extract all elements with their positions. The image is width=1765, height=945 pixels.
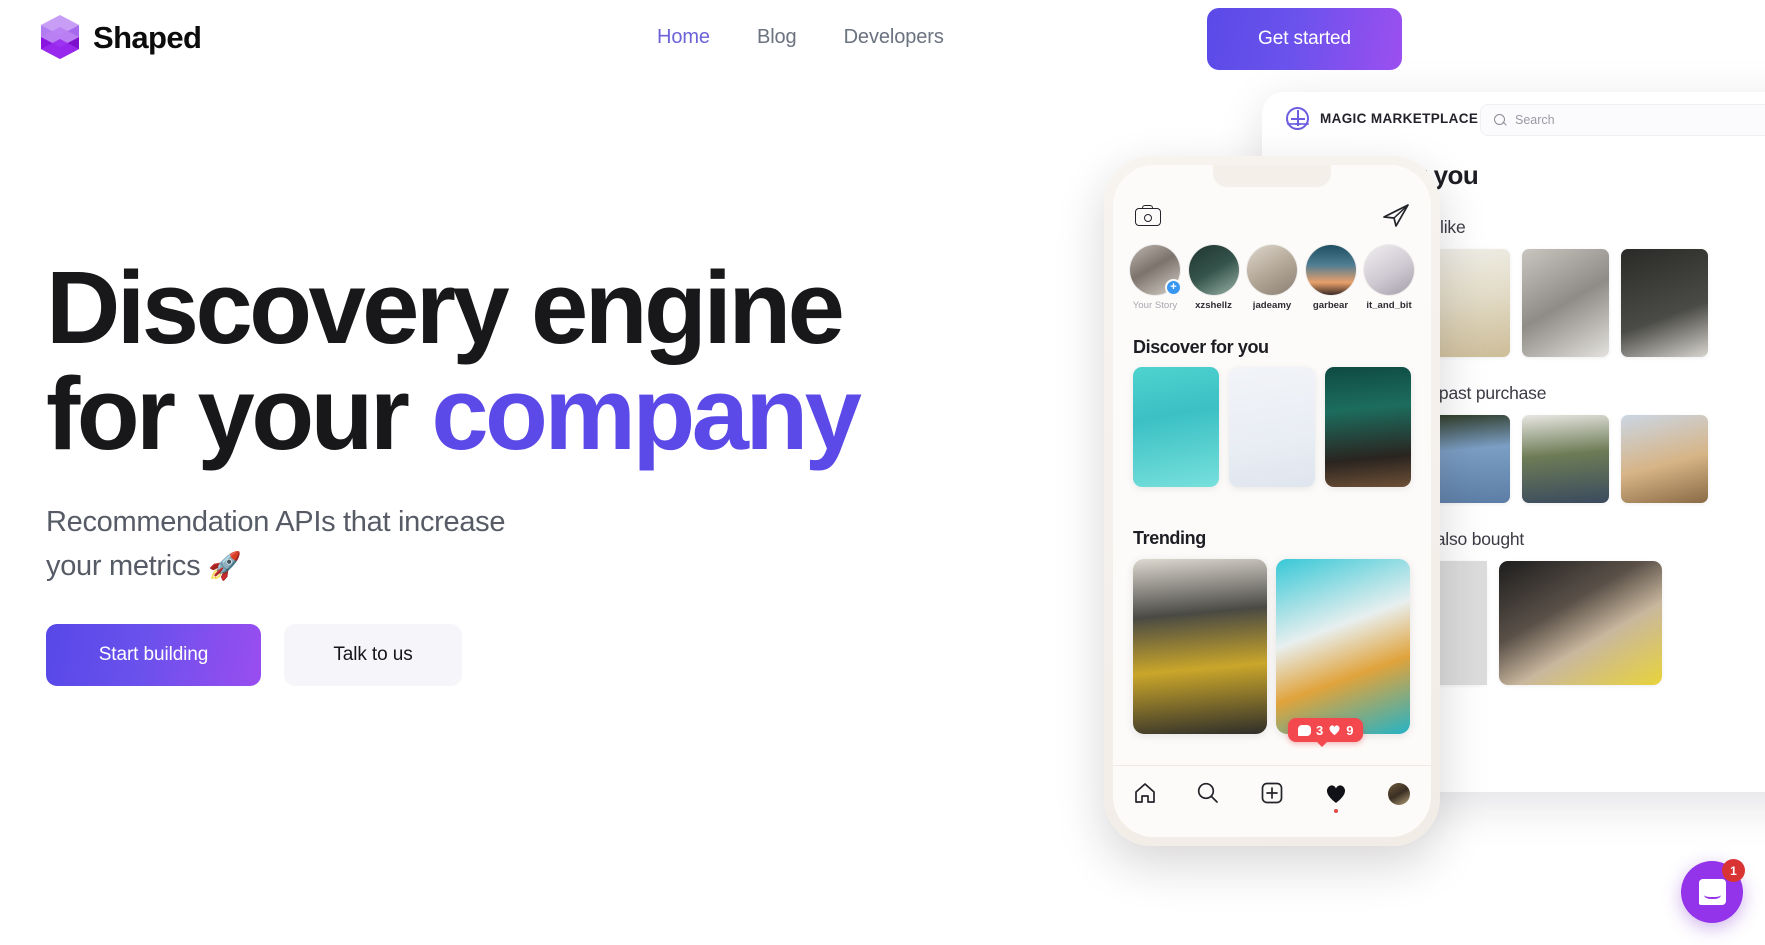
product-card[interactable]: [1499, 561, 1662, 685]
home-icon[interactable]: [1132, 780, 1158, 806]
avatar: +: [1130, 245, 1182, 296]
avatar: [1188, 245, 1239, 295]
chat-widget-button[interactable]: 1: [1681, 859, 1745, 923]
story-item[interactable]: garbear: [1305, 245, 1357, 311]
avatar: [1364, 245, 1414, 295]
chat-bubble-icon: [1698, 879, 1726, 905]
headline-accent-word: company: [431, 356, 862, 472]
phone-screen: + Your Story xzshellz jadeamy garbear it…: [1113, 165, 1431, 837]
comment-icon: [1298, 724, 1311, 736]
search-icon: [1494, 114, 1506, 126]
product-card[interactable]: [1621, 415, 1708, 503]
get-started-button[interactable]: Get started: [1207, 8, 1402, 70]
nav-link-blog[interactable]: Blog: [755, 22, 799, 53]
app-bottom-nav: [1113, 765, 1431, 837]
search-placeholder: Search: [1515, 113, 1555, 127]
heart-icon[interactable]: [1323, 780, 1349, 813]
nav-link-home[interactable]: Home: [655, 22, 712, 53]
add-story-icon[interactable]: +: [1165, 279, 1182, 296]
story-name: Your Story: [1132, 300, 1178, 311]
subhead-line-2: your metrics: [46, 549, 209, 582]
peace-sign-icon: [1286, 106, 1309, 130]
add-post-icon[interactable]: [1259, 780, 1285, 806]
trending-row: [1133, 559, 1410, 734]
story-name: jadeamy: [1252, 300, 1292, 311]
hero-subheadline: Recommendation APIs that increase your m…: [46, 501, 646, 588]
avatar: [1305, 245, 1356, 295]
subhead-line-1: Recommendation APIs that increase: [46, 506, 506, 539]
camera-icon[interactable]: [1135, 204, 1161, 226]
story-name: xzshellz: [1195, 300, 1232, 311]
marketplace-title: MAGIC MARKETPLACE: [1320, 110, 1479, 126]
avatar: [1388, 783, 1411, 805]
discover-card[interactable]: [1325, 367, 1411, 487]
engagement-badge: 3 9: [1288, 718, 1364, 747]
discover-for-you-title: Discover for you: [1133, 337, 1269, 357]
search-icon[interactable]: [1195, 780, 1221, 806]
page-title: Discovery engine for your company: [46, 254, 946, 467]
story-item[interactable]: jadeamy: [1246, 245, 1298, 311]
landing-page: Shaped Home Blog Developers Get started …: [0, 0, 1765, 945]
story-item[interactable]: it_and_bit: [1363, 245, 1415, 311]
notification-dot: [1333, 809, 1338, 813]
hero-section: Discovery engine for your company Recomm…: [46, 254, 946, 687]
discover-card[interactable]: [1229, 367, 1315, 487]
story-name: it_and_bit: [1366, 300, 1412, 311]
trending-card[interactable]: [1133, 559, 1267, 734]
phone-notch: [1213, 165, 1331, 187]
trending-card[interactable]: [1276, 559, 1410, 734]
paper-plane-icon[interactable]: [1383, 203, 1409, 227]
discover-card[interactable]: [1133, 367, 1219, 487]
story-item[interactable]: + Your Story: [1129, 245, 1182, 311]
start-building-button[interactable]: Start building: [46, 624, 261, 687]
rocket-emoji-icon: 🚀: [208, 550, 242, 581]
nav-links: Home Blog Developers: [655, 22, 946, 53]
app-top-bar: [1113, 203, 1431, 227]
search-input[interactable]: Search: [1480, 104, 1765, 136]
product-card[interactable]: [1522, 415, 1609, 503]
top-navigation-bar: Shaped Home Blog Developers Get started: [0, 0, 1765, 80]
avatar: [1247, 245, 1297, 295]
heart-icon: [1328, 724, 1341, 736]
story-item[interactable]: xzshellz: [1188, 245, 1240, 311]
like-count: 9: [1346, 722, 1354, 738]
product-card[interactable]: [1621, 249, 1708, 357]
brand-name: Shaped: [93, 19, 202, 55]
headline-line-2-plain: for your: [46, 356, 432, 472]
stories-row: + Your Story xzshellz jadeamy garbear it…: [1113, 245, 1431, 311]
profile-avatar-icon[interactable]: [1386, 780, 1412, 806]
brand-logo[interactable]: Shaped: [38, 14, 202, 60]
stacked-cube-logo-icon: [38, 14, 82, 60]
trending-title: Trending: [1133, 528, 1206, 548]
hero-cta-row: Start building Talk to us: [46, 624, 946, 687]
chat-unread-badge: 1: [1722, 859, 1745, 882]
headline-line-1: Discovery engine: [46, 250, 845, 365]
phone-mockup: + Your Story xzshellz jadeamy garbear it…: [1104, 156, 1440, 846]
talk-to-us-button[interactable]: Talk to us: [284, 624, 462, 687]
discover-row: [1133, 367, 1411, 487]
product-card[interactable]: [1522, 249, 1609, 357]
story-name: garbear: [1312, 300, 1349, 311]
comment-count: 3: [1316, 722, 1324, 738]
nav-link-developers[interactable]: Developers: [842, 22, 946, 53]
